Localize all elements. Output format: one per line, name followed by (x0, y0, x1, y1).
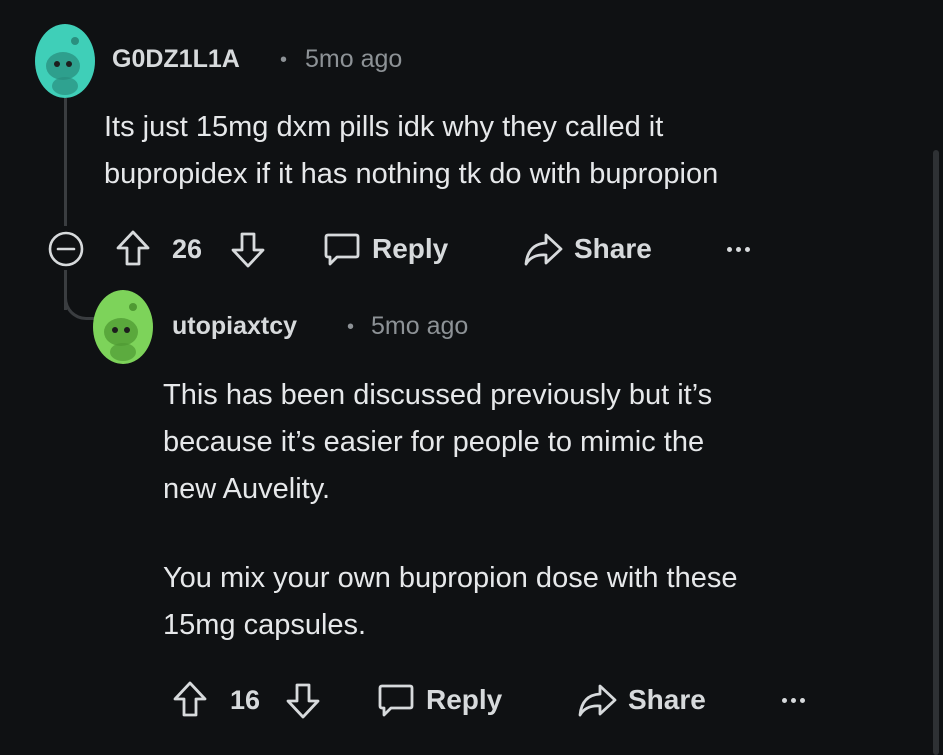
share-button[interactable]: Share (576, 678, 706, 722)
username[interactable]: G0DZ1L1A (112, 45, 240, 74)
separator-dot: • (280, 49, 288, 71)
upvote-arrow-icon[interactable] (115, 229, 151, 267)
collapse-minus-icon[interactable] (47, 230, 85, 268)
speech-bubble-icon (324, 233, 360, 266)
share-label: Share (628, 684, 706, 715)
reply-button[interactable]: Reply (322, 227, 448, 271)
snoo-avatar-icon (35, 24, 95, 98)
share-label: Share (574, 233, 652, 264)
more-dots-icon[interactable] (782, 690, 805, 710)
speech-bubble-icon (378, 684, 414, 717)
comment-body-line: because it’s easier for people to mimic … (163, 426, 705, 458)
more-dots-icon[interactable] (727, 239, 750, 259)
downvote-arrow-icon[interactable] (285, 682, 321, 720)
share-button[interactable]: Share (522, 227, 652, 271)
reply-button[interactable]: Reply (376, 678, 502, 722)
share-arrow-icon (578, 684, 617, 717)
reply-label: Reply (372, 233, 449, 264)
comment-body-line: This has been discussed previously but i… (163, 379, 713, 411)
comment-body-line: 15mg capsules. (163, 609, 367, 641)
username[interactable]: utopiaxtcy (172, 312, 297, 341)
downvote-arrow-icon[interactable] (230, 231, 266, 269)
timestamp: 5mo ago (371, 312, 469, 340)
upvote-arrow-icon[interactable] (172, 680, 208, 718)
reply-label: Reply (426, 684, 503, 715)
snoo-avatar-icon (93, 290, 153, 364)
comment-body-line: new Auvelity. (163, 473, 331, 505)
share-arrow-icon (524, 233, 563, 266)
avatar[interactable] (93, 290, 153, 364)
comment-body-line: Its just 15mg dxm pills idk why they cal… (104, 111, 664, 143)
scrollbar[interactable] (933, 150, 939, 755)
avatar[interactable] (35, 24, 95, 98)
comment-body-line: You mix your own bupropion dose with the… (163, 562, 738, 594)
separator-dot: • (347, 316, 355, 338)
vote-count: 16 (230, 685, 261, 715)
thread-line-parent (64, 98, 67, 226)
vote-count: 26 (172, 234, 203, 264)
comment-body-line: bupropidex if it has nothing tk do with … (104, 158, 719, 190)
timestamp: 5mo ago (305, 45, 403, 73)
